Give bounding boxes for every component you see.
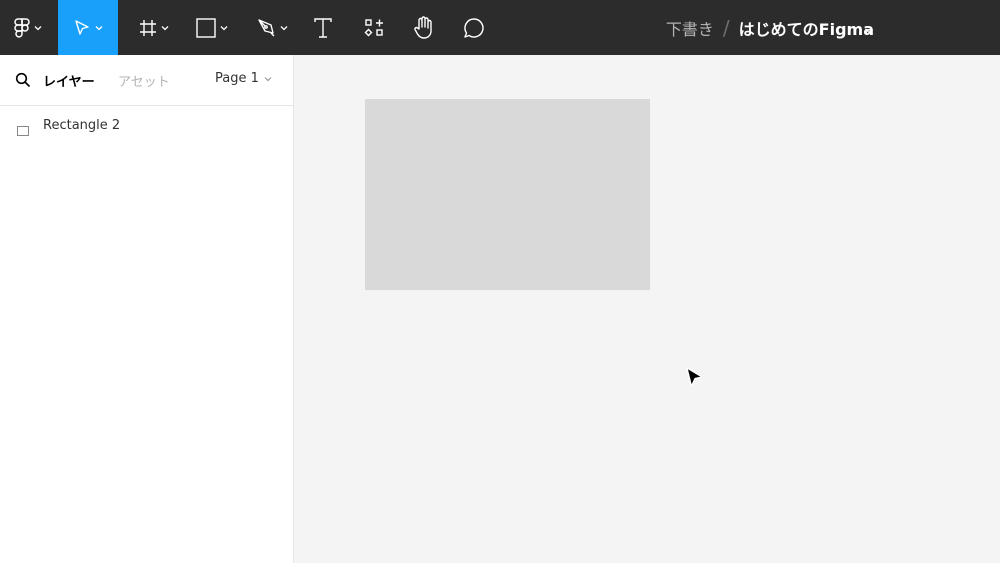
layer-item[interactable]: Rectangle 2 <box>0 116 293 136</box>
pen-nib-icon <box>256 18 276 38</box>
chevron-down-icon <box>95 25 103 31</box>
frame-tool-button[interactable] <box>130 0 178 55</box>
figma-logo-icon <box>14 17 30 38</box>
rectangle-shape[interactable] <box>365 99 650 290</box>
project-name[interactable]: 下書き <box>666 16 714 40</box>
page-selector[interactable]: Page 1 <box>215 71 272 86</box>
speech-bubble-icon <box>463 17 485 39</box>
file-name[interactable]: はじめてのFigma <box>739 16 874 40</box>
chevron-down-icon <box>280 25 288 31</box>
layer-item-label: Rectangle 2 <box>43 118 121 133</box>
comment-tool-button[interactable] <box>454 0 494 55</box>
breadcrumb-separator: / <box>722 15 730 40</box>
chevron-down-icon <box>161 25 169 31</box>
file-breadcrumb[interactable]: 下書き / はじめてのFigma <box>666 0 874 55</box>
frame-hash-icon <box>139 19 157 37</box>
chevron-down-icon[interactable] <box>864 20 874 39</box>
cursor-arrow-icon <box>73 19 91 37</box>
move-tool-button[interactable] <box>58 0 118 55</box>
rectangle-icon <box>17 121 29 140</box>
square-icon <box>196 17 216 38</box>
resources-tool-button[interactable] <box>354 0 394 55</box>
hand-tool-button[interactable] <box>404 0 444 55</box>
main-menu-button[interactable] <box>0 0 56 55</box>
tab-assets[interactable]: アセット <box>118 71 170 90</box>
mouse-cursor-icon <box>686 367 704 393</box>
chevron-down-icon <box>220 25 228 31</box>
text-tool-button[interactable] <box>304 0 342 55</box>
text-t-icon <box>314 17 332 38</box>
panel-tabs: レイヤー アセット Page 1 <box>0 55 293 106</box>
components-icon <box>364 18 384 38</box>
pen-tool-button[interactable] <box>248 0 296 55</box>
chevron-down-icon <box>34 25 42 31</box>
toolbar: 下書き / はじめてのFigma <box>0 0 1000 55</box>
page-selector-label: Page 1 <box>215 71 259 86</box>
hand-icon <box>413 15 435 40</box>
tab-layers[interactable]: レイヤー <box>43 71 95 90</box>
chevron-down-icon <box>259 71 272 86</box>
layers-panel: レイヤー アセット Page 1 Rectangle 2 <box>0 55 294 563</box>
canvas[interactable] <box>294 55 1000 563</box>
search-icon[interactable] <box>15 72 31 92</box>
shape-tool-button[interactable] <box>188 0 236 55</box>
